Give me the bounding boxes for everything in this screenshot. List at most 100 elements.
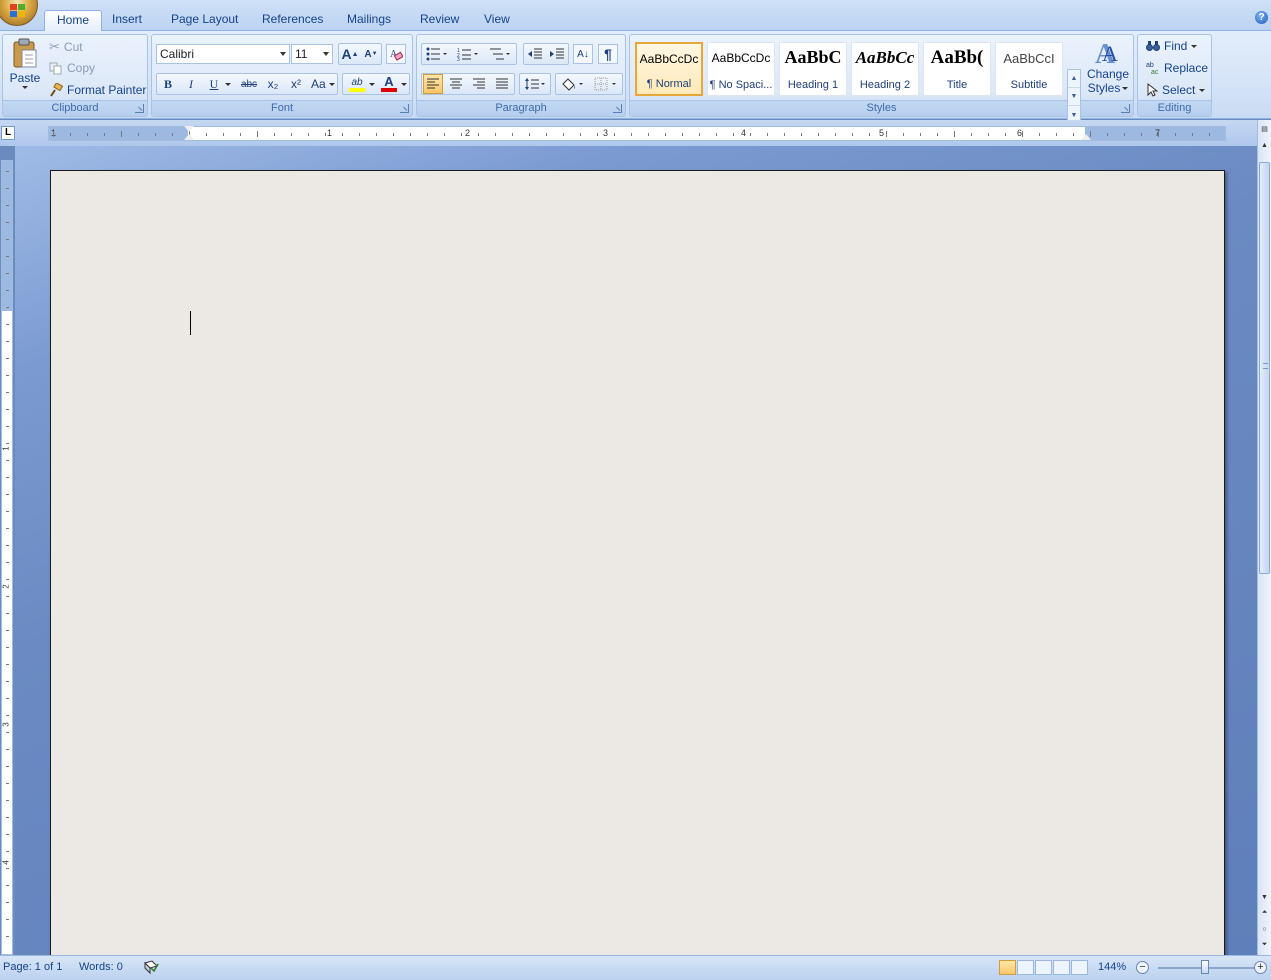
zoom-in-button[interactable]: +	[1254, 961, 1267, 974]
scroll-down-button[interactable]: ▼	[1258, 890, 1271, 904]
font-name-combo[interactable]: Calibri	[156, 44, 290, 64]
align-right-button[interactable]	[469, 74, 489, 94]
expand-icon: ▼	[1070, 111, 1078, 119]
select-button[interactable]: Select	[1146, 83, 1206, 97]
zoom-out-button[interactable]: −	[1136, 961, 1149, 974]
proofing-status-button[interactable]	[143, 959, 159, 978]
office-logo-icon	[10, 4, 26, 18]
superscript-button[interactable]: x²	[286, 74, 306, 94]
zoom-slider-thumb[interactable]	[1201, 960, 1209, 974]
text-cursor	[190, 311, 191, 335]
font-color-button[interactable]: A	[379, 74, 399, 94]
print-layout-view-button[interactable]	[999, 960, 1016, 975]
horizontal-ruler[interactable]: 11234567	[48, 126, 1226, 141]
tab-insert[interactable]: Insert	[100, 10, 154, 31]
decrease-indent-button[interactable]	[525, 44, 545, 64]
tab-mailings[interactable]: Mailings	[335, 10, 403, 31]
style-tile-normal[interactable]: AaBbCcDc ¶ Normal	[635, 42, 703, 96]
styles-dialog-launcher-icon[interactable]	[1121, 104, 1130, 113]
font-color-dropdown[interactable]	[399, 74, 409, 94]
page-count-status[interactable]: Page: 1 of 1	[3, 961, 62, 973]
multilevel-list-button[interactable]	[486, 44, 514, 64]
style-tile-heading-2[interactable]: AaBbCc Heading 2	[851, 42, 919, 96]
bullets-button[interactable]	[423, 44, 451, 64]
vertical-ruler[interactable]: 1 2 3 4	[1, 160, 13, 955]
numbering-button[interactable]: 123	[454, 44, 482, 64]
ruler-tick	[240, 133, 241, 136]
find-button[interactable]: Find	[1146, 39, 1198, 53]
tab-review[interactable]: Review	[408, 10, 471, 31]
copy-button[interactable]: Copy	[49, 61, 95, 75]
shading-button[interactable]	[557, 74, 587, 94]
previous-page-button[interactable]: ⏶	[1258, 906, 1271, 920]
tab-view[interactable]: View	[472, 10, 522, 31]
paragraph-dialog-launcher-icon[interactable]	[613, 104, 622, 113]
underline-button[interactable]: U	[204, 74, 224, 94]
full-screen-reading-view-button[interactable]	[1017, 960, 1034, 975]
style-tile-no-spacing[interactable]: AaBbCcDc ¶ No Spaci...	[707, 42, 775, 96]
borders-button[interactable]	[590, 74, 620, 94]
justify-button[interactable]	[492, 74, 512, 94]
vertical-scrollbar[interactable]: ▤ ▲ ▼ ⏶ ○ ⏷	[1257, 120, 1271, 956]
tab-selector-button[interactable]: L	[1, 126, 15, 140]
style-tile-title[interactable]: AaBb( Title	[923, 42, 991, 96]
italic-button[interactable]: I	[181, 74, 201, 94]
web-layout-view-button[interactable]	[1035, 960, 1052, 975]
style-tile-subtitle[interactable]: AaBbCcI Subtitle	[995, 42, 1063, 96]
paint-bucket-icon	[562, 78, 583, 91]
underline-dropdown[interactable]	[223, 74, 233, 94]
show-marks-button[interactable]: ¶	[598, 44, 618, 64]
format-painter-button[interactable]: Format Painter	[49, 83, 146, 97]
align-left-button[interactable]	[423, 74, 443, 94]
first-line-indent-marker[interactable]	[184, 126, 194, 132]
replace-button[interactable]: ab ac Replace	[1146, 61, 1208, 75]
font-dialog-launcher-icon[interactable]	[400, 104, 409, 113]
change-case-button[interactable]: Aa	[310, 74, 336, 94]
shrink-font-button[interactable]: A ▼	[361, 44, 381, 64]
paragraph-group-label: Paragraph	[417, 100, 625, 116]
next-page-button[interactable]: ⏷	[1258, 938, 1271, 952]
strikethrough-button[interactable]: abc	[239, 74, 259, 94]
sort-button[interactable]: A↓	[573, 44, 593, 64]
select-label: Select	[1162, 83, 1196, 97]
alignment-cluster	[421, 73, 515, 95]
gallery-down-button[interactable]: ▼	[1068, 88, 1080, 106]
grow-font-button[interactable]: A ▲	[340, 44, 360, 64]
clear-formatting-button[interactable]: A	[386, 44, 406, 64]
gallery-up-button[interactable]: ▲	[1068, 70, 1080, 88]
align-center-button[interactable]	[446, 74, 466, 94]
change-styles-button[interactable]: A A Change Styles	[1082, 37, 1134, 101]
cut-button[interactable]: ✂ Cut	[49, 39, 83, 55]
word-count-status[interactable]: Words: 0	[79, 961, 123, 973]
bold-button[interactable]: B	[158, 74, 178, 94]
ruler-tick	[512, 133, 513, 136]
ruler-tick	[274, 133, 275, 136]
ruler-number: 3	[603, 128, 609, 138]
document-page[interactable]	[50, 170, 1225, 960]
right-indent-marker[interactable]	[1081, 134, 1091, 140]
vertical-ruler-tick	[6, 647, 9, 648]
draft-view-button[interactable]	[1071, 960, 1088, 975]
chevron-down-icon	[401, 82, 407, 86]
hanging-indent-marker[interactable]	[184, 134, 194, 140]
justify-icon	[496, 78, 508, 89]
style-tile-heading-1[interactable]: AaBbC Heading 1	[779, 42, 847, 96]
increase-indent-button[interactable]	[547, 44, 567, 64]
browse-object-button[interactable]: ○	[1258, 922, 1271, 936]
tab-page-layout[interactable]: Page Layout	[159, 10, 250, 31]
font-size-combo[interactable]: 11	[291, 44, 333, 64]
ruler-toggle-button[interactable]: ▤	[1258, 122, 1271, 136]
tab-home[interactable]: Home	[44, 10, 103, 32]
office-button[interactable]	[0, 0, 38, 26]
subscript-button[interactable]: x₂	[263, 74, 283, 94]
help-icon[interactable]: ?	[1255, 11, 1268, 24]
paste-button[interactable]: Paste	[7, 38, 43, 102]
clipboard-dialog-launcher-icon[interactable]	[135, 104, 144, 113]
tab-references[interactable]: References	[250, 10, 335, 31]
outline-view-button[interactable]	[1053, 960, 1070, 975]
scroll-up-button[interactable]: ▲	[1258, 138, 1271, 152]
line-spacing-button[interactable]	[521, 74, 549, 94]
scroll-thumb[interactable]	[1259, 162, 1270, 574]
highlight-dropdown[interactable]	[367, 74, 377, 94]
zoom-level-button[interactable]: 144%	[1098, 961, 1126, 973]
